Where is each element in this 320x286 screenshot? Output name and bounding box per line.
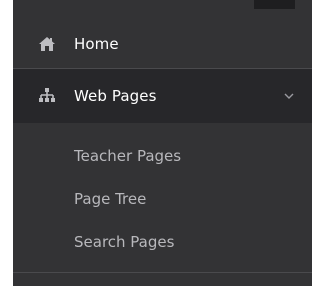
sitemap-icon — [39, 88, 55, 102]
sidebar-item-label: Home — [74, 35, 119, 53]
submenu-item-teacher-pages[interactable]: Teacher Pages — [74, 147, 181, 165]
sidebar-item-web-pages[interactable]: Web Pages — [13, 69, 312, 123]
sidebar-item-home[interactable]: Home — [13, 20, 312, 68]
home-icon — [39, 37, 55, 51]
sidebar-item-label: Web Pages — [74, 87, 157, 105]
top-strip — [254, 0, 295, 9]
submenu-item-page-tree[interactable]: Page Tree — [74, 190, 146, 208]
sidebar: Home Web Pages Teacher Pages Page Tree S… — [13, 0, 312, 286]
submenu-web-pages: Teacher Pages Page Tree Search Pages — [13, 123, 312, 272]
chevron-down-icon[interactable] — [284, 91, 294, 101]
divider — [13, 272, 312, 273]
submenu-item-search-pages[interactable]: Search Pages — [74, 233, 174, 251]
